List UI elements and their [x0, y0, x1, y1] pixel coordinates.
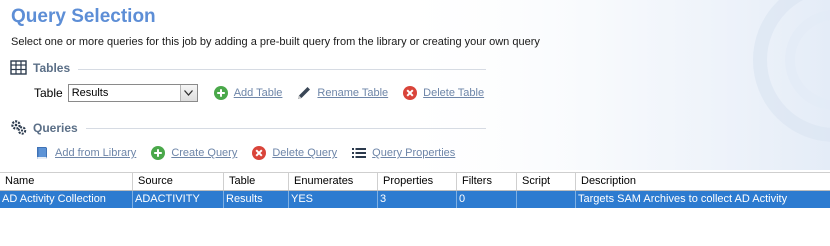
tables-divider	[78, 69, 486, 70]
query-properties-button[interactable]: Query Properties	[351, 145, 455, 161]
pencil-icon	[296, 85, 312, 101]
column-header-description[interactable]: Description	[576, 173, 830, 190]
table-label: Table	[34, 86, 63, 100]
table-select[interactable]: Results	[67, 84, 198, 102]
add-from-library-label: Add from Library	[55, 147, 137, 159]
cell-source: ADACTIVITY	[133, 191, 224, 208]
column-header-enumerates[interactable]: Enumerates	[289, 173, 378, 190]
delete-circle-icon	[402, 85, 418, 101]
cell-description: Targets SAM Archives to collect AD Activ…	[578, 193, 788, 205]
cell-enumerates: YES	[289, 191, 378, 208]
page-subtitle: Select one or more queries for this job …	[11, 36, 540, 48]
table-selector-row: Table Results Add Table Rename Table Del…	[34, 84, 484, 102]
query-actions-row: Add from Library Create Query Delete Que…	[34, 145, 455, 161]
book-icon	[34, 145, 50, 161]
cell-filters: 0	[457, 191, 517, 208]
queries-section-header: Queries	[10, 120, 78, 135]
chevron-down-icon[interactable]	[179, 85, 197, 101]
column-header-table[interactable]: Table	[224, 173, 289, 190]
table-grid-icon	[10, 60, 27, 75]
rename-table-label: Rename Table	[317, 87, 389, 99]
grid-header-row: Name Source Table Enumerates Properties …	[0, 172, 830, 191]
gears-icon	[10, 120, 27, 135]
delete-table-label: Delete Table	[423, 87, 485, 99]
add-circle-icon	[150, 145, 166, 161]
create-query-button[interactable]: Create Query	[150, 145, 237, 161]
list-icon	[351, 145, 367, 161]
add-table-button[interactable]: Add Table	[213, 85, 283, 101]
add-from-library-button[interactable]: Add from Library	[34, 145, 136, 161]
page-title: Query Selection	[11, 6, 156, 27]
delete-query-label: Delete Query	[272, 147, 338, 159]
cell-name: AD Activity Collection	[0, 191, 133, 208]
cell-script	[517, 191, 576, 208]
create-query-label: Create Query	[171, 147, 238, 159]
column-header-script[interactable]: Script	[517, 173, 576, 190]
query-properties-label: Query Properties	[372, 147, 456, 159]
add-table-label: Add Table	[233, 87, 283, 99]
column-header-source[interactable]: Source	[133, 173, 224, 190]
queries-heading: Queries	[33, 120, 78, 135]
column-header-name[interactable]: Name	[0, 173, 133, 190]
tables-heading: Tables	[33, 60, 71, 75]
cell-table: Results	[224, 191, 289, 208]
delete-table-button[interactable]: Delete Table	[402, 85, 484, 101]
column-header-properties[interactable]: Properties	[378, 173, 457, 190]
delete-query-button[interactable]: Delete Query	[251, 145, 337, 161]
add-circle-icon	[213, 85, 229, 101]
rename-table-button[interactable]: Rename Table	[296, 85, 388, 101]
query-grid: Name Source Table Enumerates Properties …	[0, 172, 830, 208]
table-select-value: Results	[71, 87, 109, 99]
tables-section-header: Tables	[10, 60, 70, 75]
queries-divider	[86, 128, 486, 129]
column-header-filters[interactable]: Filters	[457, 173, 517, 190]
delete-circle-icon	[251, 145, 267, 161]
table-row[interactable]: AD Activity Collection ADACTIVITY Result…	[0, 191, 830, 208]
cell-properties: 3	[378, 191, 457, 208]
